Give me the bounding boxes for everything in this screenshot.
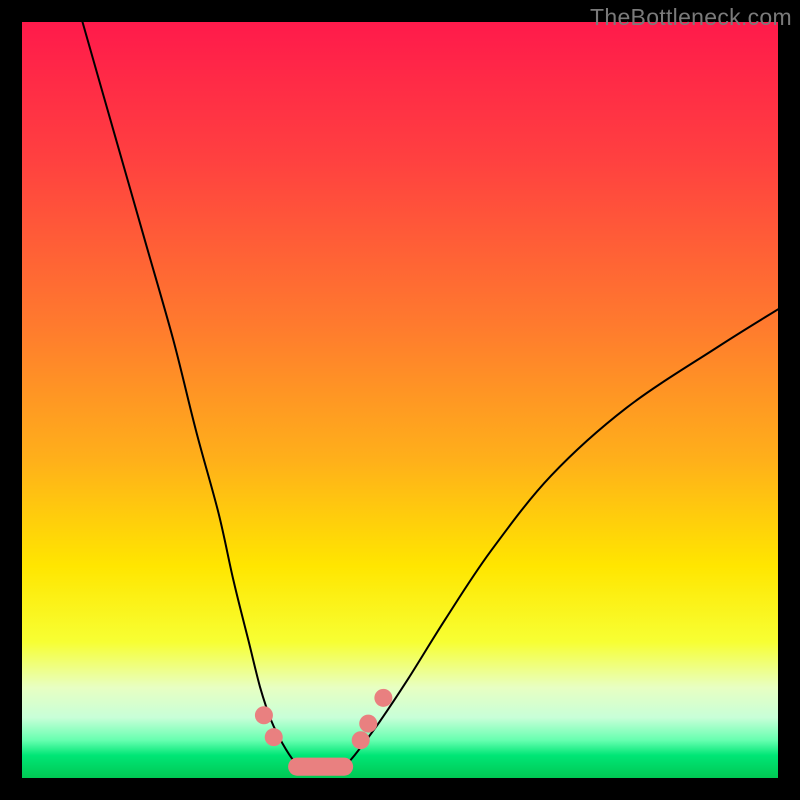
chart-svg bbox=[22, 22, 778, 778]
watermark-text: TheBottleneck.com bbox=[590, 4, 792, 31]
marker-dot bbox=[352, 731, 370, 749]
marker-dot bbox=[265, 728, 283, 746]
marker-dot bbox=[359, 715, 377, 733]
marker-pill bbox=[288, 758, 353, 776]
marker-dot bbox=[255, 706, 273, 724]
plot-area bbox=[22, 22, 778, 778]
gradient-background bbox=[22, 22, 778, 778]
marker-dot bbox=[374, 689, 392, 707]
